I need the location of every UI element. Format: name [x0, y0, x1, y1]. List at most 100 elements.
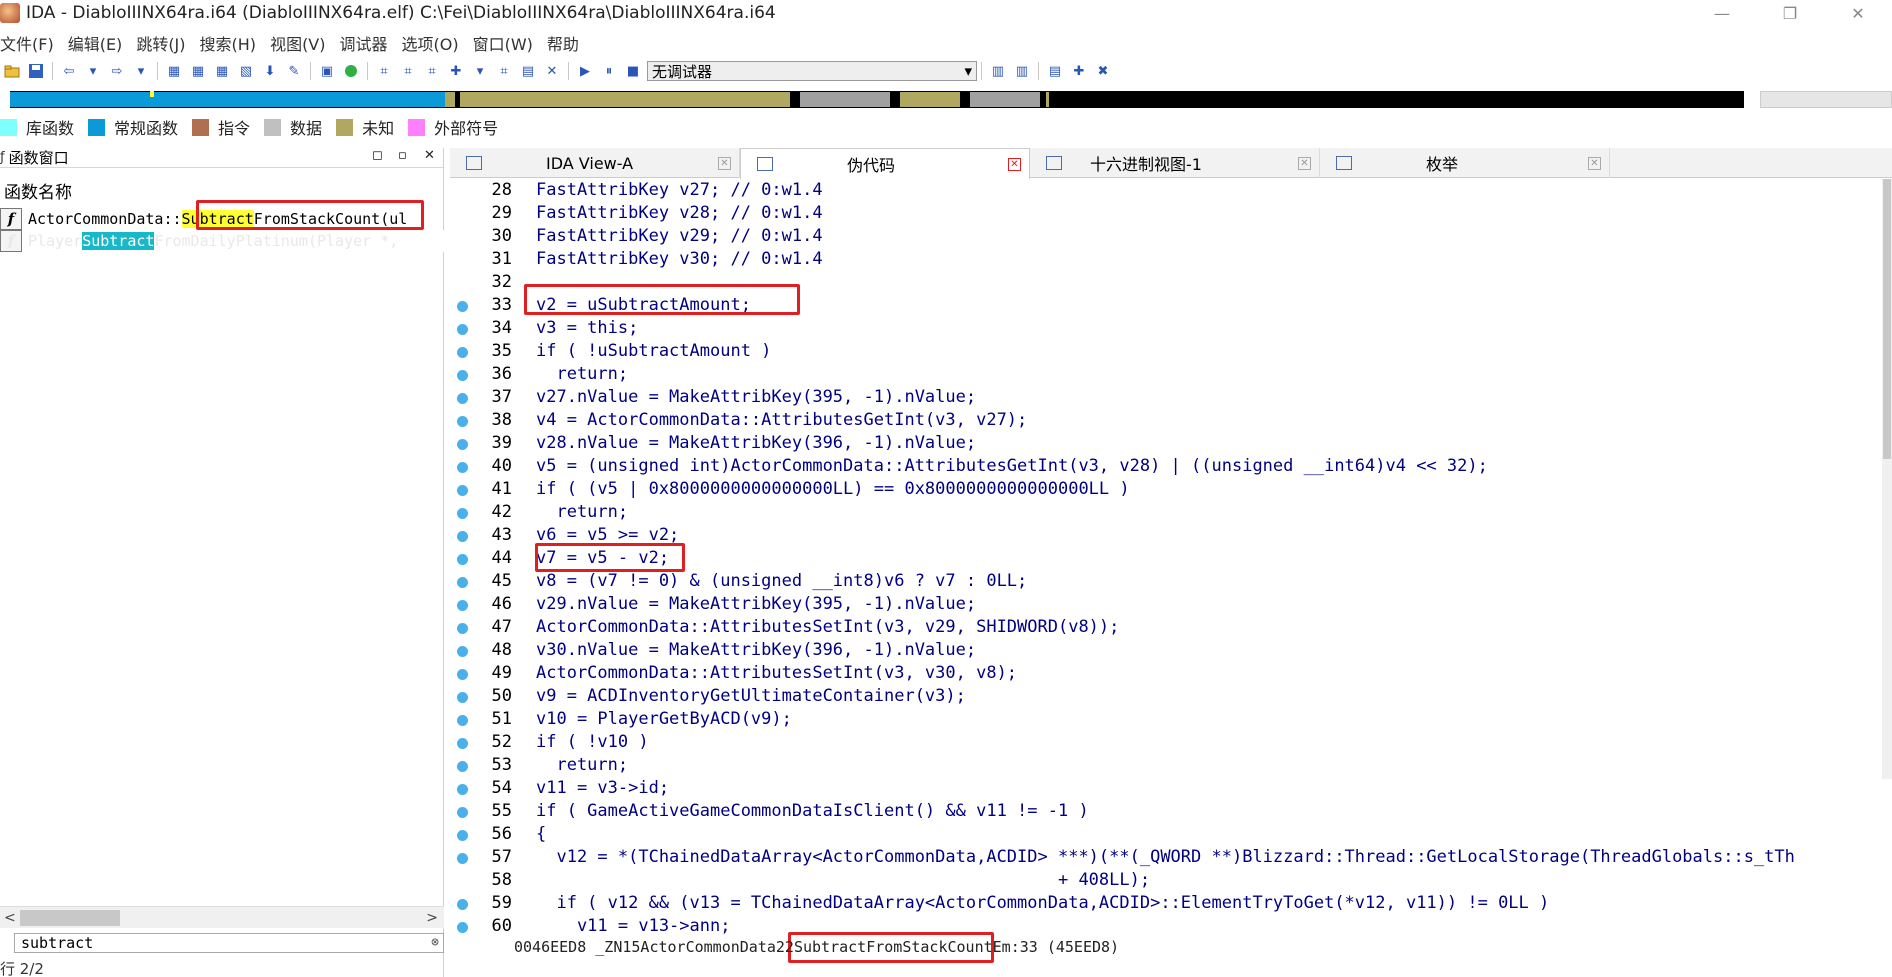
navigation-band[interactable]	[10, 91, 1744, 108]
graph-view-icon[interactable]: ▣	[318, 62, 336, 80]
clear-search-icon[interactable]: ⊗	[431, 934, 439, 952]
minimize-button[interactable]: —	[1688, 0, 1756, 26]
code-line[interactable]: 37 v27.nValue = MakeAttribKey(395, -1).nV…	[450, 386, 1892, 409]
open-file-icon[interactable]	[3, 62, 21, 80]
restore-button[interactable]: ❐	[1756, 0, 1824, 26]
code-line[interactable]: 29 FastAttribKey v28; // 0:w1.4	[450, 202, 1892, 225]
code-line[interactable]: 46 v29.nValue = MakeAttribKey(395, -1).nV…	[450, 593, 1892, 616]
breakpoint-dot-icon[interactable]	[457, 830, 468, 841]
breakpoint-dot-icon[interactable]	[457, 807, 468, 818]
xref-icon[interactable]: ⌗	[423, 62, 441, 80]
code-line[interactable]: 30 FastAttribKey v29; // 0:w1.4	[450, 225, 1892, 248]
code-line[interactable]: 49 ActorCommonData::AttributesSetInt(v3, …	[450, 662, 1892, 685]
search-immediate-icon[interactable]: ▦	[213, 62, 231, 80]
breakpoint-dot-icon[interactable]	[457, 301, 468, 312]
search-text-icon[interactable]: ▦	[165, 62, 183, 80]
back-dropdown-icon[interactable]: ▾	[84, 62, 102, 80]
cancel-icon[interactable]: ✕	[543, 62, 561, 80]
lock-icon[interactable]: ⌗	[495, 62, 513, 80]
code-line[interactable]: 31 FastAttribKey v30; // 0:w1.4	[450, 248, 1892, 271]
breakpoint-dot-icon[interactable]	[457, 600, 468, 611]
delete-breakpoint-icon[interactable]: ✖	[1094, 62, 1112, 80]
code-line[interactable]: 35 if ( !uSubtractAmount )	[450, 340, 1892, 363]
navigation-band-scroll[interactable]	[1760, 91, 1892, 108]
close-tab-icon[interactable]: ✕	[1588, 156, 1601, 170]
menu-view[interactable]: 视图(V)	[270, 31, 325, 55]
menu-help[interactable]: 帮助	[547, 31, 579, 55]
tab-enums[interactable]: 枚举 ✕	[1320, 148, 1610, 178]
stop-icon[interactable]: ■	[624, 62, 642, 80]
code-line[interactable]: 50 v9 = ACDInventoryGetUltimateContainer(…	[450, 685, 1892, 708]
code-line[interactable]: 47 ActorCommonData::AttributesSetInt(v3, …	[450, 616, 1892, 639]
breakpoint-dot-icon[interactable]	[457, 324, 468, 335]
code-line[interactable]: 57 v12 = *(TChainedDataArray<ActorCommon…	[450, 846, 1892, 869]
breakpoint-dot-icon[interactable]	[457, 485, 468, 496]
breakpoint-dot-icon[interactable]	[457, 577, 468, 588]
breakpoint-dot-icon[interactable]	[457, 784, 468, 795]
function-filter-input[interactable]: subtract ⊗	[14, 933, 444, 953]
breakpoint-dot-icon[interactable]	[457, 508, 468, 519]
code-line[interactable]: 42 return;	[450, 501, 1892, 524]
close-tab-icon[interactable]: ✕	[718, 156, 731, 170]
breakpoint-dot-icon[interactable]	[457, 692, 468, 703]
breakpoint-dot-icon[interactable]	[457, 554, 468, 565]
menu-edit[interactable]: 编辑(E)	[68, 31, 123, 55]
scrollbar-thumb[interactable]	[20, 910, 120, 926]
breakpoint-dot-icon[interactable]	[457, 738, 468, 749]
breakpoint-dot-icon[interactable]	[457, 761, 468, 772]
detach-icon[interactable]: ▥	[1013, 62, 1031, 80]
plugin-icon[interactable]: ✚	[447, 62, 465, 80]
menu-jump[interactable]: 跳转(J)	[136, 31, 185, 55]
code-line[interactable]: 45 v8 = (v7 != 0) & (unsigned __int8)v6 ?…	[450, 570, 1892, 593]
code-line[interactable]: 58 + 408LL);	[450, 869, 1892, 892]
code-line[interactable]: 53 return;	[450, 754, 1892, 777]
code-line[interactable]: 52 if ( !v10 )	[450, 731, 1892, 754]
horizontal-scrollbar[interactable]: < >	[0, 906, 444, 928]
breakpoint-dot-icon[interactable]	[457, 393, 468, 404]
tab-ida-view-a[interactable]: IDA View-A ✕	[450, 148, 740, 178]
breakpoint-dot-icon[interactable]	[457, 922, 468, 933]
breakpoint-dot-icon[interactable]	[457, 416, 468, 427]
run-icon[interactable]: ▶	[576, 62, 594, 80]
search-binary-icon[interactable]: ▦	[189, 62, 207, 80]
restore-panel-button[interactable]: ▫	[398, 148, 407, 163]
flowchart-icon[interactable]: ⌗	[375, 62, 393, 80]
breakpoint-dot-icon[interactable]	[457, 347, 468, 358]
add-breakpoint-icon[interactable]: ✚	[1070, 62, 1088, 80]
code-line[interactable]: 60 v11 = v13->ann;	[450, 915, 1892, 938]
breakpoint-dot-icon[interactable]	[457, 462, 468, 473]
code-line[interactable]: 55 if ( GameActiveGameCommonDataIsClient(…	[450, 800, 1892, 823]
code-line[interactable]: 48 v30.nValue = MakeAttribKey(396, -1).nV…	[450, 639, 1892, 662]
code-line[interactable]: 41 if ( (v5 | 0x8000000000000000LL) == 0x…	[450, 478, 1892, 501]
callgraph-icon[interactable]: ⌗	[399, 62, 417, 80]
breakpoint-dot-icon[interactable]	[457, 623, 468, 634]
code-line[interactable]: 28 FastAttribKey v27; // 0:w1.4	[450, 179, 1892, 202]
close-tab-icon[interactable]: ✕	[1008, 157, 1021, 171]
save-icon[interactable]	[27, 62, 45, 80]
debugger-select[interactable]: 无调试器 ▾	[647, 61, 977, 81]
breakpoint-dot-icon[interactable]	[457, 370, 468, 381]
search-next-icon[interactable]: ▧	[237, 62, 255, 80]
forward-arrow-icon[interactable]: ⇨	[108, 62, 126, 80]
plugin-dropdown-icon[interactable]: ▾	[471, 62, 489, 80]
breakpoint-dot-icon[interactable]	[457, 531, 468, 542]
scroll-right-icon[interactable]: >	[426, 910, 438, 926]
menu-file[interactable]: 文件(F)	[0, 31, 54, 55]
tab-hex-view[interactable]: 十六进制视图-1 ✕	[1030, 148, 1320, 178]
scrollbar-thumb[interactable]	[1883, 179, 1891, 459]
jump-down-icon[interactable]: ⬇	[261, 62, 279, 80]
breakpoint-dot-icon[interactable]	[457, 669, 468, 680]
code-line[interactable]: 36 return;	[450, 363, 1892, 386]
code-line[interactable]: 51 v10 = PlayerGetByACD(v9);	[450, 708, 1892, 731]
menu-options[interactable]: 选项(O)	[402, 31, 459, 55]
close-panel-button[interactable]: ✕	[424, 148, 435, 163]
tab-pseudocode[interactable]: 伪代码 ✕	[740, 148, 1030, 179]
breakpoint-dot-icon[interactable]	[457, 439, 468, 450]
forward-dropdown-icon[interactable]: ▾	[132, 62, 150, 80]
breakpoint-dot-icon[interactable]	[457, 646, 468, 657]
menu-debugger[interactable]: 调试器	[340, 31, 388, 55]
code-line[interactable]: 34 v3 = this;	[450, 317, 1892, 340]
code-line[interactable]: 59 if ( v12 && (v13 = TChainedDataArray<…	[450, 892, 1892, 915]
menu-search[interactable]: 搜索(H)	[200, 31, 257, 55]
code-line[interactable]: 54 v11 = v3->id;	[450, 777, 1892, 800]
